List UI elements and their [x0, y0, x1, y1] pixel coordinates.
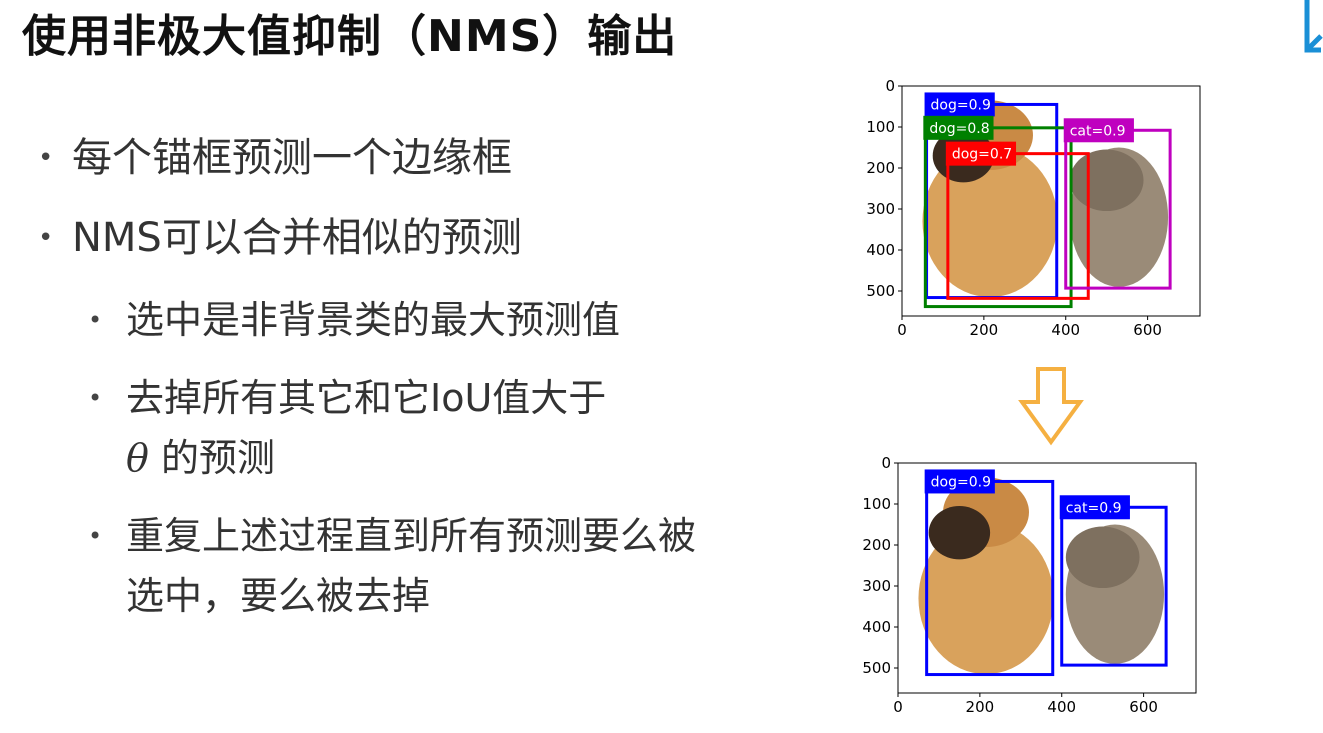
box-label: cat=0.9 [1066, 500, 1122, 516]
sub-bullet-text: 重复上述过程直到所有预测要么被选中，要么被去掉 [126, 514, 697, 618]
sub-bullet-text-pre: 去掉所有其它和它IoU值大于 [126, 376, 607, 420]
x-tick-label: 0 [893, 698, 903, 716]
y-tick-label: 400 [866, 241, 895, 259]
sub-bullet-text-post: 的预测 [160, 436, 275, 480]
down-arrow-icon [1018, 367, 1084, 446]
bullet-dot-icon: • [88, 384, 103, 412]
y-tick-label: 200 [866, 159, 895, 177]
bullet-item: • 每个锚框预测一个边缘框 [38, 130, 706, 186]
bullet-dot-icon: • [38, 143, 54, 173]
bullet-dot-icon: • [88, 522, 103, 550]
x-tick-label: 200 [970, 321, 999, 339]
bullet-item: • NMS可以合并相似的预测 [38, 210, 706, 266]
sub-bullet-text: 选中是非背景类的最大预测值 [126, 298, 621, 342]
x-tick-label: 200 [966, 698, 995, 716]
y-tick-label: 100 [862, 495, 891, 513]
y-tick-label: 200 [862, 536, 891, 554]
slide-title: 使用非极大值抑制（NMS）输出 [22, 11, 678, 62]
nms-before-plot: 0 200 400 600 0 100 200 300 400 500 dog=0.9 dog=0.8… [866, 78, 1201, 339]
box-label: dog=0.7 [952, 147, 1012, 163]
y-tick-label: 300 [862, 577, 891, 595]
y-tick-label: 100 [866, 118, 895, 136]
box-label: cat=0.9 [1070, 123, 1126, 139]
x-tick-label: 400 [1051, 321, 1080, 339]
sub-bullet-item: • 重复上述过程直到所有预测要么被选中，要么被去掉 [88, 506, 706, 626]
bullet-list: • 每个锚框预测一个边缘框 • NMS可以合并相似的预测 • 选中是非背景类的最… [38, 130, 706, 644]
y-tick-label: 0 [881, 455, 891, 472]
x-tick-label: 0 [897, 321, 907, 339]
sub-bullet-text: 去掉所有其它和它IoU值大于 θ 的预测 [126, 368, 706, 488]
cat-head-shape [1065, 526, 1140, 589]
dog-face-shape [928, 506, 991, 560]
box-label: dog=0.8 [929, 121, 989, 137]
y-tick-label: 400 [862, 618, 891, 636]
x-tick-label: 600 [1133, 321, 1162, 339]
y-tick-label: 500 [866, 282, 895, 300]
sub-bullet-item: • 选中是非背景类的最大预测值 [88, 290, 706, 350]
cat-head-shape [1069, 149, 1144, 212]
corner-logo-icon [1304, 0, 1323, 53]
y-tick-label: 500 [862, 659, 891, 677]
bullet-text: NMS可以合并相似的预测 [72, 215, 522, 261]
y-tick-label: 0 [885, 78, 895, 95]
sub-bullet-item: • 去掉所有其它和它IoU值大于 θ 的预测 [88, 368, 706, 488]
bullet-dot-icon: • [38, 223, 54, 253]
bullet-text: 每个锚框预测一个边缘框 [72, 135, 512, 181]
x-tick-label: 400 [1047, 698, 1076, 716]
theta-symbol: θ [126, 436, 149, 480]
x-tick-label: 600 [1129, 698, 1158, 716]
nms-after-plot: 0 200 400 600 0 100 200 300 400 500 dog=0.9 cat=0.9 [862, 455, 1197, 716]
box-label: dog=0.9 [931, 97, 991, 113]
bullet-dot-icon: • [88, 306, 103, 334]
box-label: dog=0.9 [931, 474, 991, 490]
y-tick-label: 300 [866, 200, 895, 218]
